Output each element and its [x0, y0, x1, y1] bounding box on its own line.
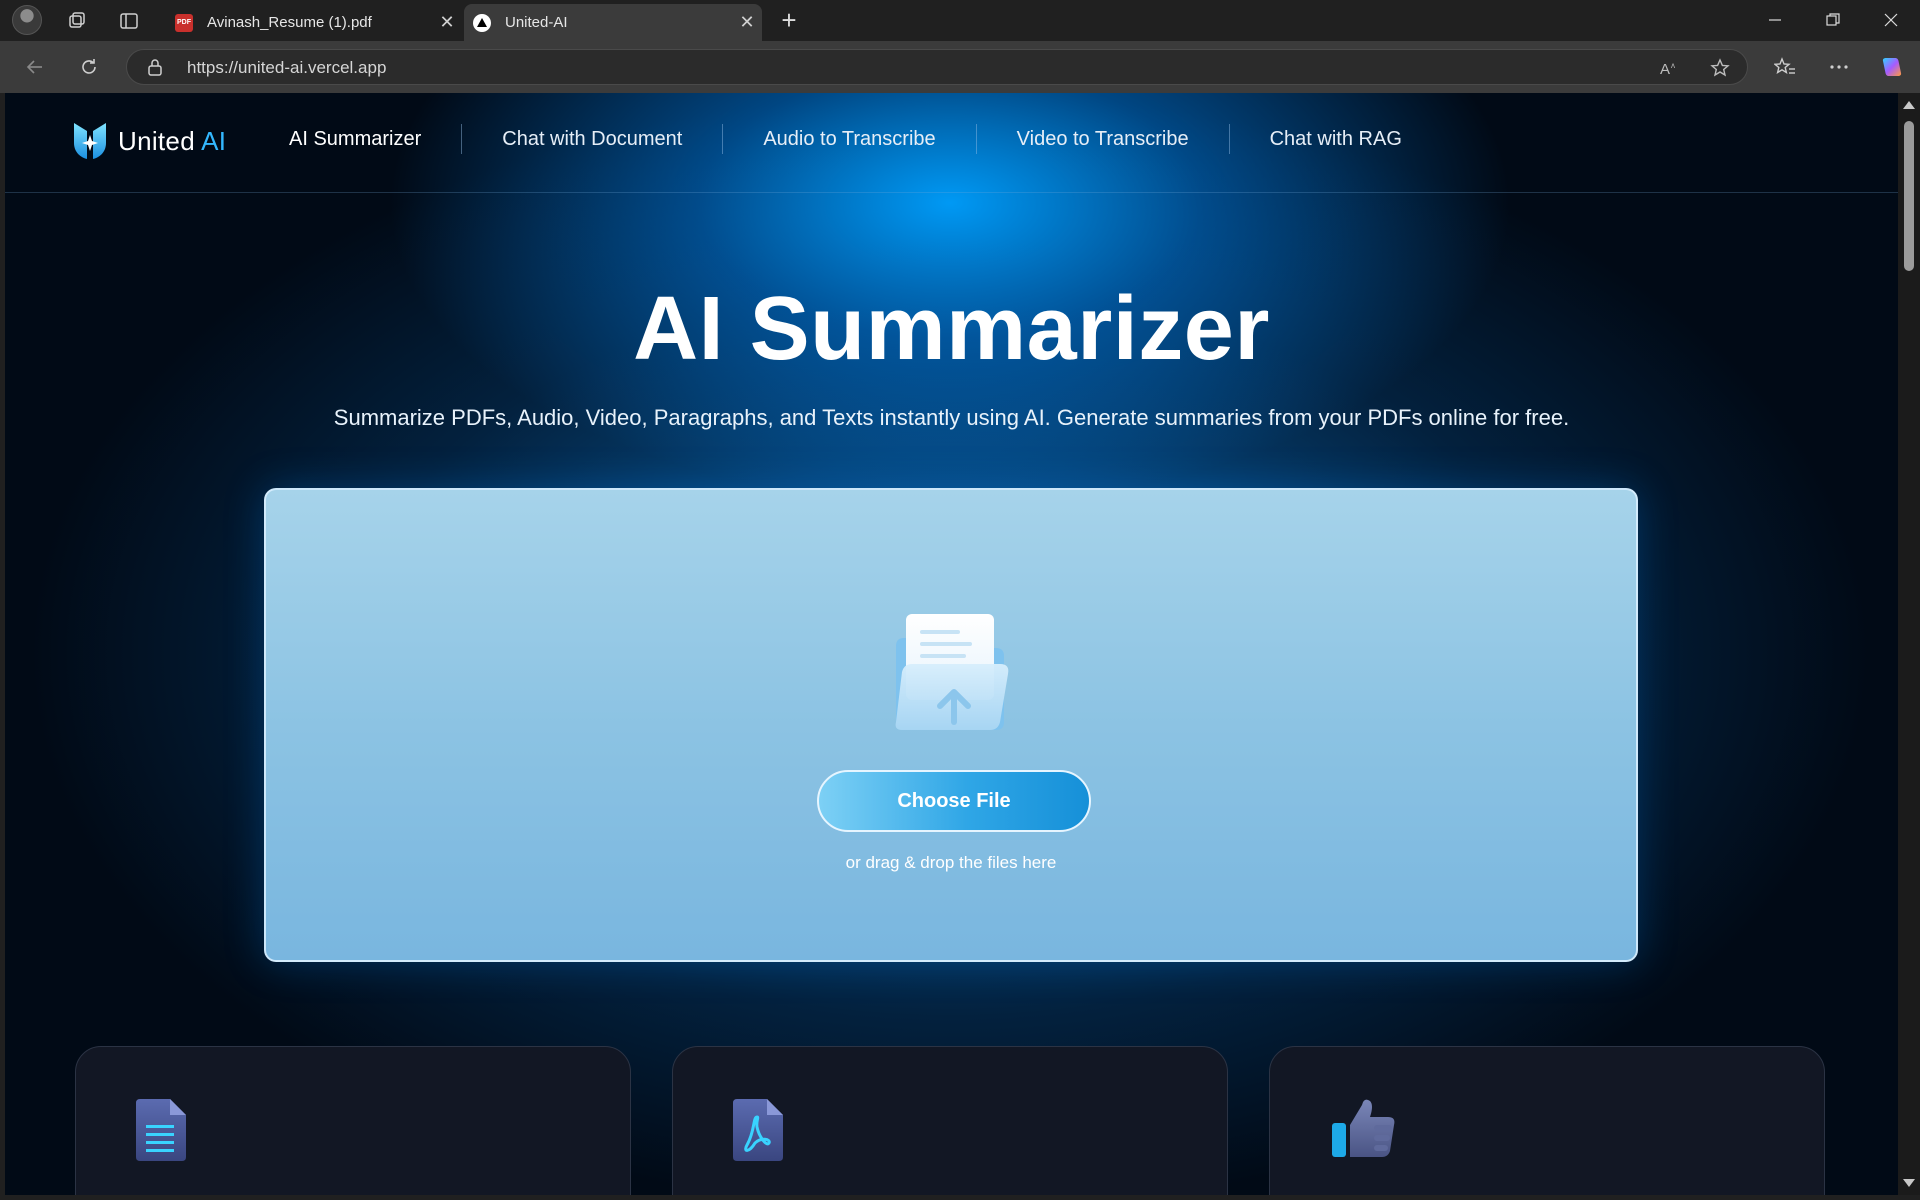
logo-text: United AI: [118, 125, 227, 156]
reload-icon[interactable]: [72, 52, 106, 82]
nav-chat-with-rag[interactable]: Chat with RAG: [1228, 124, 1442, 154]
back-arrow-icon[interactable]: [18, 52, 52, 82]
tab-united-ai[interactable]: United-AI ✕: [464, 4, 762, 41]
folder-upload-icon: [892, 610, 1016, 739]
file-drop-zone[interactable]: Choose File or drag & drop the files her…: [264, 488, 1638, 962]
close-window-icon[interactable]: [1862, 0, 1920, 40]
page-title: AI Summarizer: [633, 279, 1270, 379]
lock-icon[interactable]: [147, 58, 163, 81]
scroll-thumb[interactable]: [1904, 121, 1914, 271]
favorite-star-icon[interactable]: [1705, 57, 1735, 79]
drag-drop-hint: or drag & drop the files here: [845, 853, 1057, 872]
choose-file-button[interactable]: Choose File: [817, 770, 1091, 832]
web-page: United AI AI Summarizer Chat with Docume…: [5, 93, 1898, 1195]
read-aloud-icon[interactable]: Aʌ: [1655, 57, 1685, 79]
scroll-up-icon[interactable]: [1903, 101, 1915, 109]
feature-card-pdf: [672, 1046, 1228, 1195]
nav-video-to-transcribe[interactable]: Video to Transcribe: [975, 124, 1229, 154]
united-ai-logo-icon: [74, 123, 106, 159]
feature-card-thumbs-up: [1269, 1046, 1825, 1195]
svg-text:ʌ: ʌ: [1671, 61, 1675, 70]
url-text: https://united-ai.vercel.app: [187, 58, 387, 77]
close-icon[interactable]: ✕: [732, 12, 762, 33]
restore-icon[interactable]: [1804, 0, 1862, 40]
site-header: United AI AI Summarizer Chat with Docume…: [5, 93, 1898, 193]
favorites-icon[interactable]: [1768, 52, 1802, 82]
page-subtitle: Summarize PDFs, Audio, Video, Paragraphs…: [333, 405, 1570, 430]
nav-audio-to-transcribe[interactable]: Audio to Transcribe: [722, 124, 975, 154]
pdf-icon: PDF: [175, 13, 193, 32]
nav-ai-summarizer[interactable]: AI Summarizer: [251, 124, 461, 154]
document-icon: [132, 1097, 188, 1168]
browser-tab-bar: PDF Avinash_Resume (1).pdf ✕ United-AI ✕…: [0, 0, 1920, 41]
pdf-file-icon: [729, 1097, 785, 1168]
feature-card-document: [75, 1046, 631, 1195]
close-icon[interactable]: ✕: [432, 12, 462, 33]
profile-avatar[interactable]: [12, 5, 42, 35]
main-nav: AI Summarizer Chat with Document Audio t…: [251, 119, 1442, 159]
url-field[interactable]: https://united-ai.vercel.app Aʌ: [126, 49, 1748, 85]
copilot-icon[interactable]: [1876, 52, 1910, 82]
address-bar: https://united-ai.vercel.app Aʌ: [0, 41, 1920, 93]
site-logo[interactable]: United AI: [72, 121, 226, 161]
svg-text:A: A: [1660, 61, 1670, 76]
vertical-tabs-icon[interactable]: [113, 6, 145, 36]
page-scrollbar[interactable]: [1898, 93, 1920, 1195]
tab-resume-pdf[interactable]: PDF Avinash_Resume (1).pdf ✕: [166, 4, 462, 41]
minimize-icon[interactable]: [1746, 0, 1804, 40]
more-options-icon[interactable]: [1822, 52, 1856, 82]
tab-title: United-AI: [505, 14, 568, 31]
vercel-icon: [473, 13, 491, 32]
workspaces-icon[interactable]: [61, 6, 93, 36]
tab-title: Avinash_Resume (1).pdf: [207, 14, 372, 31]
scroll-down-icon[interactable]: [1903, 1179, 1915, 1187]
nav-chat-with-document[interactable]: Chat with Document: [461, 124, 722, 154]
thumbs-up-icon: [1330, 1095, 1396, 1166]
new-tab-button[interactable]: +: [774, 5, 804, 35]
